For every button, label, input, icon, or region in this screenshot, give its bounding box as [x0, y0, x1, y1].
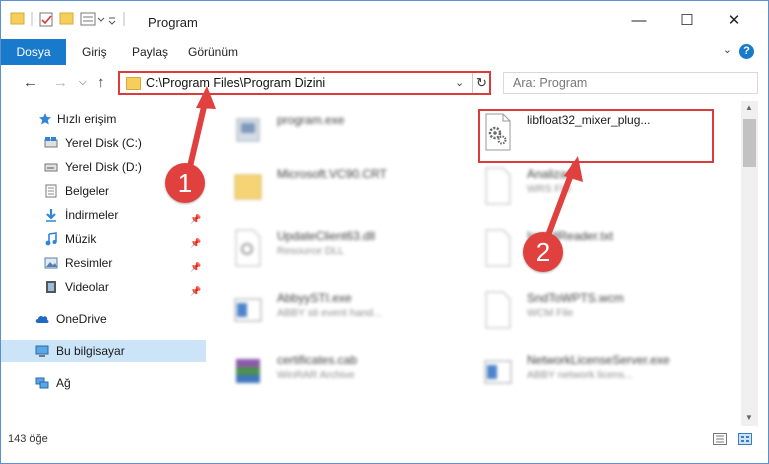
annotation-arrows: [185, 86, 583, 249]
arrow-head-icon: [196, 86, 216, 109]
step-badge-2: 2: [523, 232, 563, 272]
step-badge-1: 1: [165, 163, 205, 203]
